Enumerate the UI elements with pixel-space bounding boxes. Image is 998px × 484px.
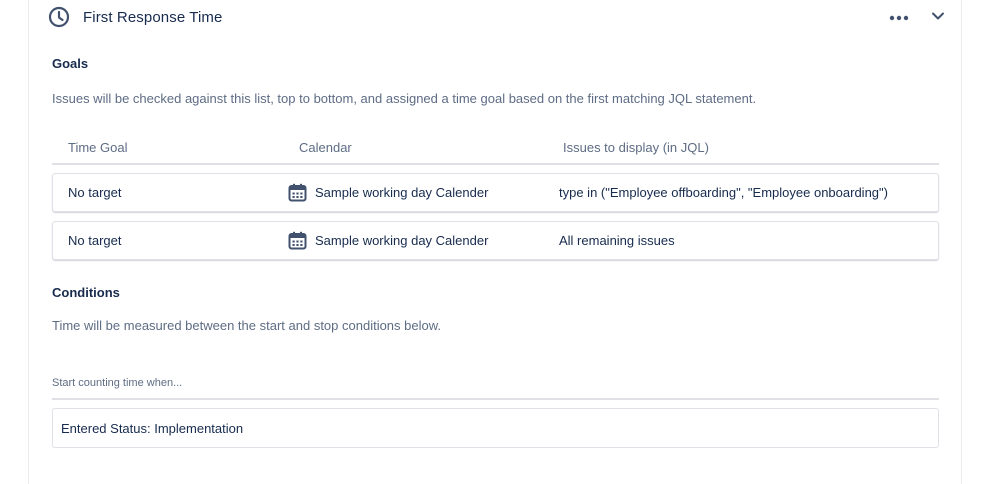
- goal-jql: type in ("Employee offboarding", "Employ…: [559, 185, 888, 200]
- column-header-jql: Issues to display (in JQL): [563, 140, 709, 155]
- goal-time-target: No target: [68, 185, 122, 200]
- conditions-heading: Conditions: [52, 285, 120, 300]
- section-header: First Response Time: [48, 4, 222, 30]
- goals-description: Issues will be checked against this list…: [52, 91, 757, 106]
- goals-heading: Goals: [52, 56, 89, 71]
- goal-calendar: Sample working day Calender: [288, 222, 488, 259]
- conditions-description: Time will be measured between the start …: [52, 318, 442, 333]
- column-header-calendar: Calendar: [299, 140, 352, 155]
- start-condition-item[interactable]: Entered Status: Implementation: [52, 408, 939, 448]
- start-condition-value: Entered Status: Implementation: [61, 420, 244, 436]
- goals-header-divider: [52, 163, 939, 165]
- calendar-icon: [288, 231, 307, 250]
- clock-icon: [48, 6, 70, 28]
- section-title: First Response Time: [83, 8, 223, 26]
- goal-row[interactable]: No target Sample working day Calender Al…: [52, 221, 939, 260]
- goal-calendar: Sample working day Calender: [288, 174, 488, 211]
- start-condition-divider: [52, 398, 939, 400]
- goal-row[interactable]: No target Sample working day Calender ty…: [52, 173, 939, 212]
- start-condition-label: Start counting time when...: [52, 377, 183, 389]
- more-horizontal-icon: [889, 8, 909, 26]
- goal-calendar-name: Sample working day Calender: [315, 233, 489, 248]
- more-actions-button[interactable]: [884, 6, 914, 28]
- goal-jql: All remaining issues: [559, 233, 675, 248]
- collapse-button[interactable]: [926, 6, 950, 28]
- calendar-icon: [288, 183, 307, 202]
- column-header-time-goal: Time Goal: [68, 140, 128, 155]
- goal-calendar-name: Sample working day Calender: [315, 185, 489, 200]
- goal-time-target: No target: [68, 233, 122, 248]
- chevron-down-icon: [931, 8, 945, 26]
